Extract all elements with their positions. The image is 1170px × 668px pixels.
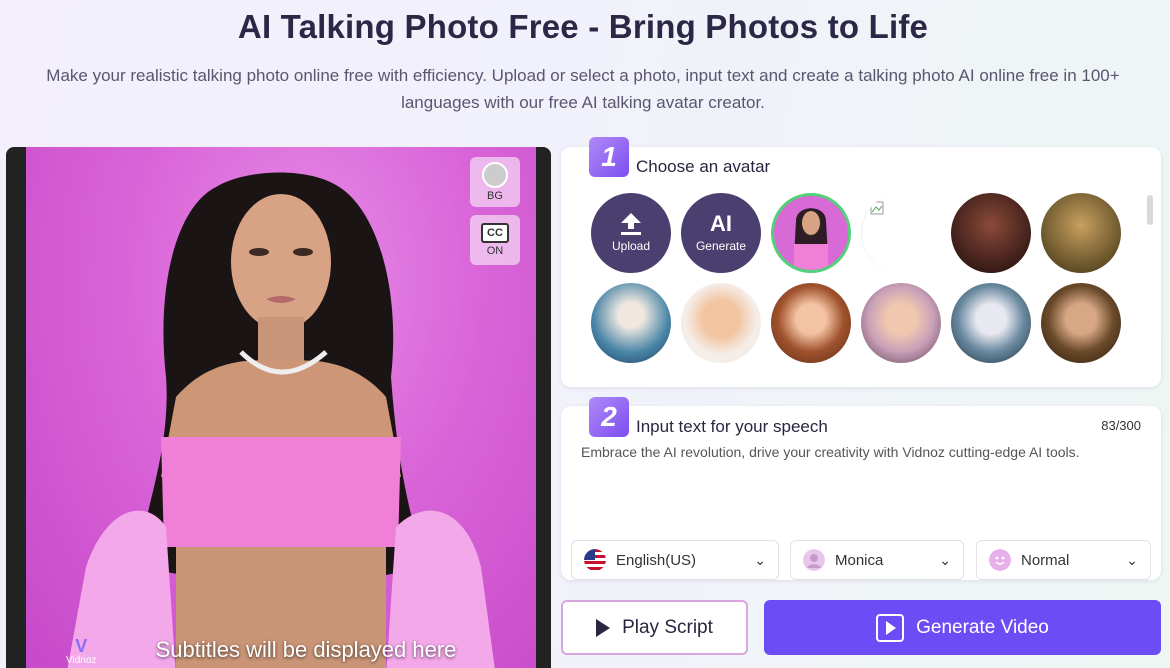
avatar-broken-image[interactable]	[861, 193, 941, 273]
avatar-einstein[interactable]	[591, 283, 671, 363]
upload-label: Upload	[611, 239, 651, 253]
chevron-down-icon: ⌄	[1126, 551, 1138, 568]
speech-textarea[interactable]: Embrace the AI revolution, drive your cr…	[581, 444, 1080, 460]
avatar-cartoon-woman[interactable]	[771, 283, 851, 363]
language-select[interactable]: English(US) ⌄	[571, 540, 779, 580]
captions-toggle[interactable]: CC ON	[470, 215, 520, 265]
step-1-badge: 1	[589, 137, 629, 177]
avatar-cartoon-blonde[interactable]	[861, 283, 941, 363]
generate-video-label: Generate Video	[916, 616, 1049, 638]
page-title: AI Talking Photo Free - Bring Photos to …	[237, 8, 929, 45]
style-value: Normal	[1021, 551, 1070, 569]
voice-avatar-icon	[803, 549, 825, 571]
play-script-button[interactable]: Play Script	[561, 600, 748, 655]
avatar-robot-woman[interactable]	[951, 283, 1031, 363]
page-subtitle: Make your realistic talking photo online…	[46, 66, 1120, 112]
avatar-woman-rose[interactable]	[951, 193, 1031, 273]
watermark-label: Vidnoz	[66, 655, 97, 666]
subtitles-text: Subtitles will be displayed here	[155, 637, 457, 662]
speech-input-panel: Input text for your speech 83/300 Embrac…	[561, 406, 1161, 580]
background-color-icon	[482, 162, 508, 188]
watermark: V Vidnoz	[66, 637, 96, 666]
language-value: English(US)	[616, 551, 697, 569]
voice-value: Monica	[835, 551, 884, 569]
choose-avatar-panel: Choose an avatar Upload AI Generate	[561, 147, 1161, 387]
avatar-young-man[interactable]	[1041, 283, 1121, 363]
style-select[interactable]: Normal ⌄	[976, 540, 1151, 580]
avatar-scrollbar[interactable]	[1147, 195, 1153, 225]
smiley-icon	[989, 549, 1011, 571]
us-flag-icon	[584, 549, 606, 571]
character-count: 83/300	[1101, 418, 1141, 433]
broken-image-icon	[870, 201, 884, 215]
upload-avatar-button[interactable]: Upload	[591, 193, 671, 273]
generate-label: Generate	[695, 239, 747, 253]
avatar-preview: BG CC ON V Vidnoz Subtitles will be disp…	[6, 147, 551, 668]
ai-generate-icon: AI	[710, 211, 732, 236]
generate-avatar-button[interactable]: AI Generate	[681, 193, 761, 273]
chevron-down-icon: ⌄	[939, 551, 951, 568]
background-label: BG	[487, 190, 503, 202]
play-icon	[596, 618, 611, 637]
captions-label: ON	[486, 245, 504, 257]
upload-icon	[621, 213, 641, 235]
play-script-label: Play Script	[622, 616, 713, 638]
background-button[interactable]: BG	[470, 157, 520, 207]
speech-input-heading: Input text for your speech	[636, 417, 828, 436]
video-play-icon	[876, 613, 905, 642]
step-2-badge: 2	[589, 397, 629, 437]
avatar-mona-lisa[interactable]	[1041, 193, 1121, 273]
avatar-photo: BG CC ON V Vidnoz Subtitles will be disp…	[26, 147, 536, 668]
generate-video-button[interactable]: Generate Video	[764, 600, 1161, 655]
vidnoz-logo-icon: V	[75, 636, 88, 656]
avatar-cartoon-man[interactable]	[681, 283, 761, 363]
closed-captions-icon: CC	[481, 223, 509, 243]
chevron-down-icon: ⌄	[754, 551, 766, 568]
avatar-woman-pink[interactable]	[771, 193, 851, 273]
voice-select[interactable]: Monica ⌄	[790, 540, 964, 580]
choose-avatar-heading: Choose an avatar	[636, 157, 771, 176]
